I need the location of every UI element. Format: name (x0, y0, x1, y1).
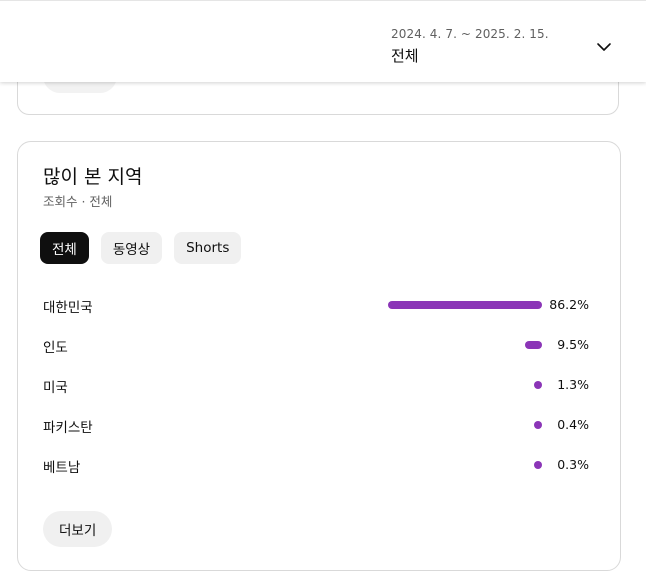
region-name: 대한민국 (43, 300, 93, 316)
region-name: 미국 (43, 380, 68, 396)
region-bar (388, 301, 542, 309)
region-bar-track (388, 301, 542, 309)
region-row: 미국 1.3% (18, 364, 622, 404)
region-row: 인도 9.5% (18, 324, 622, 364)
analytics-page: 2024. 4. 7. ~ 2025. 2. 15. 전체 많이 본 지역 조회… (0, 0, 646, 586)
region-bar (534, 421, 542, 429)
region-row: 베트남 0.3% (18, 444, 622, 484)
region-percent: 0.3% (557, 457, 589, 472)
date-range-header[interactable]: 2024. 4. 7. ~ 2025. 2. 15. 전체 (0, 0, 646, 82)
region-bar (525, 341, 542, 349)
chip-all[interactable]: 전체 (40, 232, 89, 264)
chip-shorts[interactable]: Shorts (174, 232, 242, 264)
card-subtitle: 조회수 · 전체 (43, 194, 113, 209)
region-bar-track (388, 421, 542, 429)
region-bar (534, 381, 542, 389)
card-title: 많이 본 지역 (43, 166, 143, 188)
region-percent: 1.3% (557, 377, 589, 392)
region-row: 대한민국 86.2% (18, 284, 622, 324)
region-name: 인도 (43, 340, 68, 356)
filter-chips: 전체 동영상 Shorts (40, 232, 242, 264)
date-range-text: 2024. 4. 7. ~ 2025. 2. 15. (391, 27, 549, 41)
region-bar-track (388, 461, 542, 469)
region-bar-track (388, 341, 542, 349)
see-more-button[interactable]: 더보기 (43, 511, 113, 547)
top-regions-card: 많이 본 지역 조회수 · 전체 전체 동영상 Shorts 대한민국 86.2… (17, 141, 621, 571)
region-name: 파키스탄 (43, 420, 93, 436)
region-bar (534, 461, 542, 469)
region-bar-track (388, 381, 542, 389)
region-percent: 9.5% (557, 337, 589, 352)
region-percent: 0.4% (557, 417, 589, 432)
chevron-down-icon[interactable] (596, 39, 612, 55)
period-label: 전체 (391, 47, 419, 65)
region-row: 파키스탄 0.4% (18, 404, 622, 444)
chip-videos[interactable]: 동영상 (100, 232, 163, 264)
region-name: 베트남 (43, 460, 81, 476)
region-percent: 86.2% (549, 297, 589, 312)
